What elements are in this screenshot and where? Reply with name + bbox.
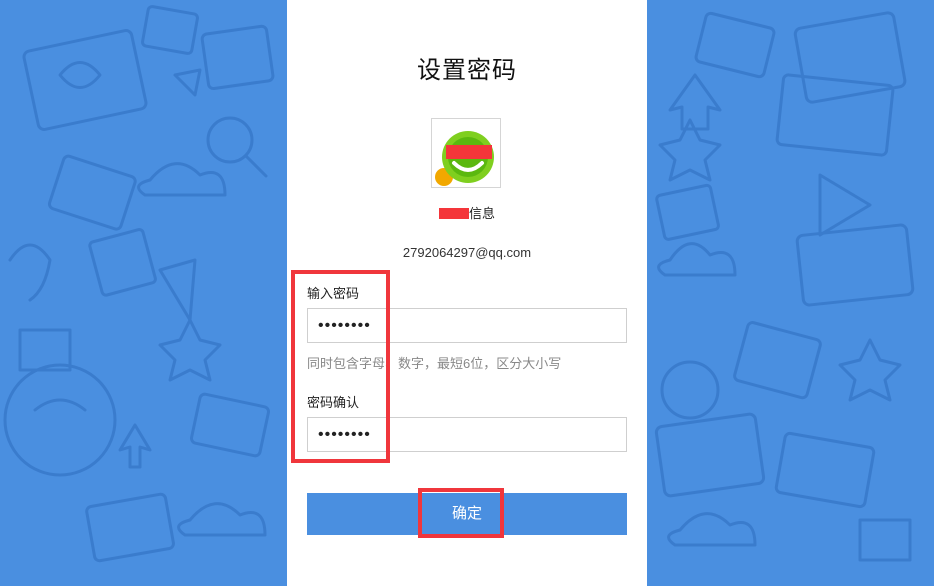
account-name: 信息: [287, 203, 647, 222]
password-fields-highlight: [291, 270, 390, 463]
confirm-button-highlight: [418, 488, 504, 538]
page-title: 设置密码: [417, 57, 517, 84]
avatar-icon: [435, 131, 494, 186]
account-name-suffix: 信息: [468, 206, 495, 221]
account-email: 2792064297@qq.com: [402, 245, 532, 260]
avatar: [431, 118, 501, 188]
redacted-name-block: [438, 208, 469, 219]
